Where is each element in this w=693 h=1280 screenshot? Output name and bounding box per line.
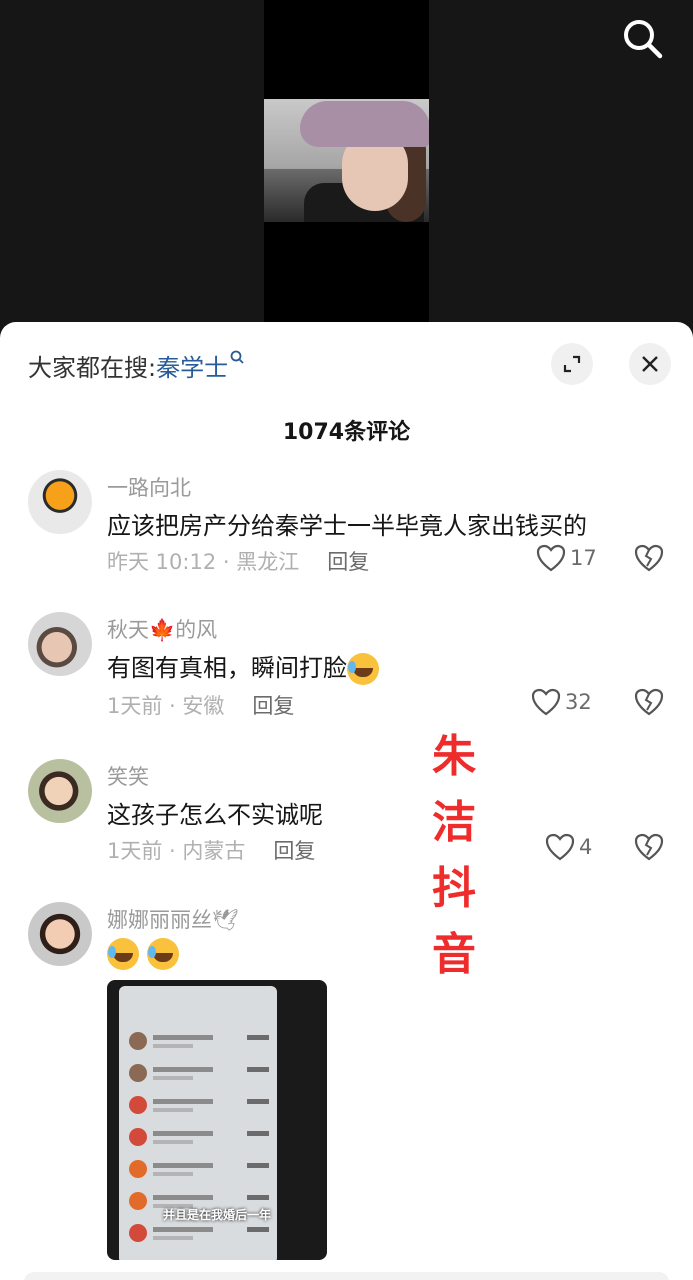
like-button[interactable]: 17 <box>536 544 597 572</box>
close-icon <box>642 356 658 372</box>
comments-sheet: 大家都在搜: 秦学士 1074条评论 一路向北 应该把房产分给秦学士一半毕竟人家… <box>0 322 693 1280</box>
reply-button[interactable]: 回复 <box>252 694 294 718</box>
expand-icon <box>563 355 581 373</box>
like-count: 32 <box>565 690 592 714</box>
heart-icon <box>531 688 561 716</box>
comment-count: 1074条评论 <box>282 420 411 445</box>
like-count: 4 <box>579 835 593 859</box>
like-button[interactable]: 4 <box>545 833 592 861</box>
comment-image[interactable]: 并且是在我婚后一年 <box>107 980 327 1260</box>
like-button[interactable]: 32 <box>531 688 592 716</box>
username[interactable]: 一路向北 <box>107 472 191 502</box>
laughing-crying-emoji-icon <box>347 653 379 685</box>
username[interactable]: 娜娜丽丽丝🕊 <box>107 904 239 934</box>
broken-heart-icon[interactable] <box>634 544 664 574</box>
broken-heart-icon[interactable] <box>634 833 664 863</box>
watermark: 朱 洁 抖 音 <box>432 731 476 980</box>
laughing-crying-emoji-icon <box>146 938 179 970</box>
avatar[interactable] <box>28 902 92 966</box>
hot-search-label: 大家都在搜: <box>28 353 157 382</box>
video-thumbnail <box>264 99 429 222</box>
comment-meta: 昨天 10:12 · 黑龙江 <box>107 550 300 574</box>
reply-button[interactable]: 回复 <box>327 550 369 574</box>
broken-heart-icon[interactable] <box>634 688 664 718</box>
comment-text <box>107 938 179 970</box>
close-button[interactable] <box>629 343 671 385</box>
avatar[interactable] <box>28 759 92 823</box>
comment-text: 应该把房产分给秦学士一半毕竟人家出钱买的 <box>107 512 587 540</box>
small-search-icon <box>230 350 244 364</box>
image-caption: 并且是在我婚后一年 <box>162 1208 271 1222</box>
hot-search-bar: 大家都在搜: 秦学士 <box>28 347 244 383</box>
maple-leaf-icon: 🍁 <box>149 618 176 642</box>
heart-icon <box>536 544 566 572</box>
comment-input-bar[interactable] <box>24 1272 669 1280</box>
dove-icon: 🕊 <box>212 908 239 932</box>
comment-meta: 1天前 · 安徽 <box>107 694 225 718</box>
avatar[interactable] <box>28 470 92 534</box>
reply-button[interactable]: 回复 <box>273 839 315 863</box>
comment-text: 有图有真相，瞬间打脸 <box>107 648 379 685</box>
hot-search-term[interactable]: 秦学士 <box>156 348 228 383</box>
search-icon[interactable] <box>620 16 666 62</box>
like-count: 17 <box>570 546 597 570</box>
username[interactable]: 秋天🍁的风 <box>107 614 217 644</box>
comment-text: 这孩子怎么不实诚呢 <box>107 801 323 829</box>
expand-button[interactable] <box>551 343 593 385</box>
heart-icon <box>545 833 575 861</box>
laughing-crying-emoji-icon <box>107 938 139 970</box>
username[interactable]: 笑笑 <box>107 761 149 791</box>
comment-meta: 1天前 · 内蒙古 <box>107 839 246 863</box>
avatar[interactable] <box>28 612 92 676</box>
